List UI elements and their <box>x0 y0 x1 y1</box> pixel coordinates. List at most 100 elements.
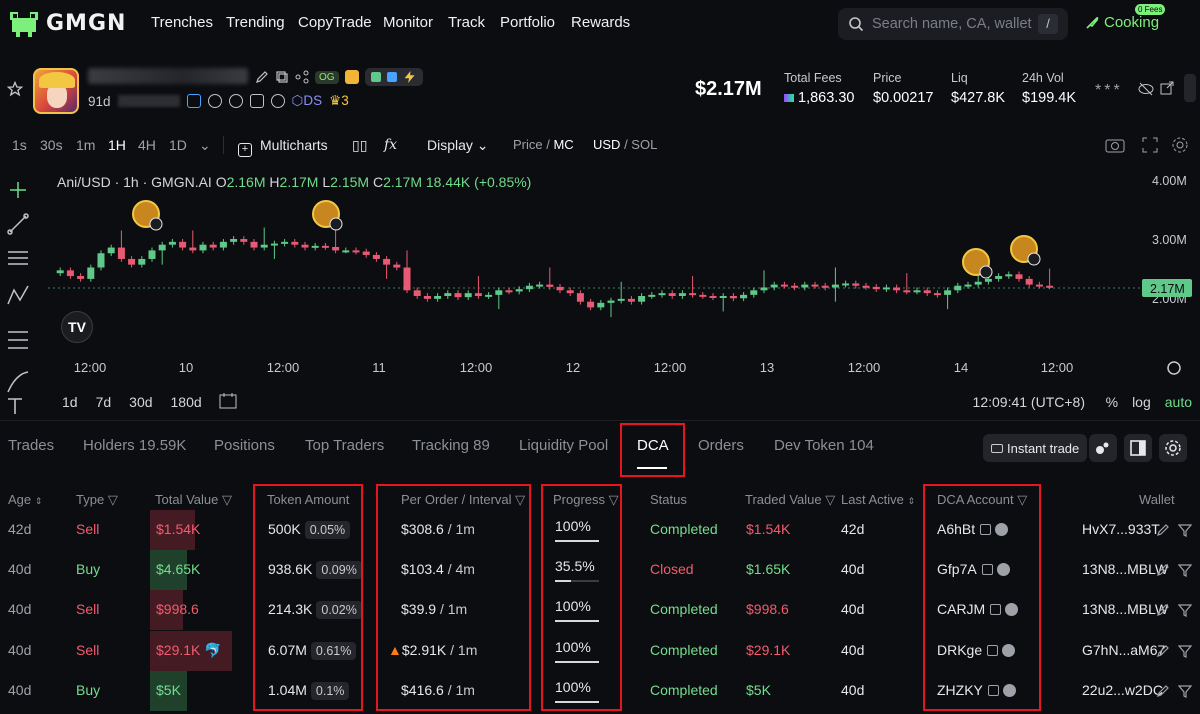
col-total-value[interactable]: Total Value ▽ <box>155 492 232 508</box>
twitter-icon[interactable] <box>228 94 243 108</box>
nav-monitor[interactable]: Monitor <box>383 14 433 31</box>
candle-body <box>66 270 74 277</box>
multicharts-button[interactable]: + Multicharts <box>238 137 328 157</box>
filter-icon[interactable] <box>1178 523 1192 537</box>
edit-icon[interactable] <box>1156 603 1170 617</box>
bubble-map-button[interactable] <box>1089 434 1117 462</box>
row-status: Closed <box>650 561 694 577</box>
edit-icon[interactable] <box>1156 644 1170 658</box>
nav-track[interactable]: Track <box>448 14 485 31</box>
tab-positions[interactable]: Positions <box>214 437 275 454</box>
row-wallet[interactable]: HvX7...933T <box>1082 521 1160 537</box>
log-scale-toggle[interactable]: log <box>1132 394 1151 410</box>
row-wallet[interactable]: 22u2...w2DC <box>1082 682 1163 698</box>
nav-portfolio[interactable]: Portfolio <box>500 14 555 31</box>
tab-holders[interactable]: Holders 19.59K <box>83 437 186 454</box>
tab-orders[interactable]: Orders <box>698 437 744 454</box>
candle-body <box>607 300 615 303</box>
nav-trending[interactable]: Trending <box>226 14 285 31</box>
col-type[interactable]: Type ▽ <box>76 492 118 508</box>
chevron-down-icon[interactable]: ⌄ <box>199 137 211 154</box>
tf-1s[interactable]: 1s <box>12 137 27 153</box>
candle-body <box>770 284 778 288</box>
candle-body <box>342 250 350 253</box>
chart-clock[interactable]: 12:09:41 (UTC+8) <box>973 394 1085 410</box>
cooking-label: Cooking <box>1104 14 1160 31</box>
col-last-active[interactable]: Last Active ⇕ <box>841 492 915 507</box>
col-traded-value[interactable]: Traded Value ▽ <box>745 492 835 508</box>
copy-icon[interactable] <box>275 70 289 84</box>
candle-body <box>393 264 401 268</box>
tf-4h[interactable]: 4H <box>138 137 156 153</box>
col-status[interactable]: Status <box>650 492 687 507</box>
range-30d[interactable]: 30d <box>129 394 152 410</box>
website-globe-icon[interactable] <box>207 94 222 108</box>
tab-tracking[interactable]: Tracking 89 <box>412 437 490 454</box>
edit-icon[interactable] <box>1156 684 1170 698</box>
comment-icon[interactable] <box>249 94 264 108</box>
search-box[interactable]: Search name, CA, wallet / <box>838 8 1068 40</box>
row-total-value: $998.6 <box>156 601 199 617</box>
candle-body <box>87 267 95 279</box>
goto-date-icon[interactable] <box>219 392 239 410</box>
candle-type-icon[interactable]: ▯▯ <box>352 137 367 154</box>
share-icon[interactable] <box>295 70 309 84</box>
tf-30s[interactable]: 30s <box>40 137 63 153</box>
range-7d[interactable]: 7d <box>96 394 112 410</box>
tab-trades[interactable]: Trades <box>8 437 54 454</box>
filter-icon[interactable] <box>1178 684 1192 698</box>
nav-rewards[interactable]: Rewards <box>571 14 630 31</box>
tab-top-traders[interactable]: Top Traders <box>305 437 384 454</box>
star-favorite-icon[interactable] <box>7 81 23 97</box>
candle-body <box>230 239 238 242</box>
edit-icon[interactable] <box>1156 563 1170 577</box>
percent-scale-toggle[interactable]: % <box>1106 394 1118 410</box>
chart-settings-gear-icon[interactable] <box>1171 136 1189 154</box>
indicators-fx-icon[interactable]: fx <box>384 137 397 153</box>
edit-icon[interactable] <box>255 70 269 84</box>
filter-icon[interactable] <box>1178 563 1192 577</box>
camera-icon[interactable] <box>1105 137 1125 153</box>
cooking-button[interactable]: Cooking <box>1084 14 1159 31</box>
add-chart-icon: + <box>238 143 252 157</box>
panel-toggle-button[interactable] <box>1184 74 1196 102</box>
range-180d[interactable]: 180d <box>171 394 202 410</box>
edit-icon[interactable] <box>1156 523 1170 537</box>
trade-marker-badge <box>149 217 163 231</box>
instant-trade-button[interactable]: Instant trade <box>983 434 1088 462</box>
col-wallet[interactable]: Wallet <box>1139 492 1175 507</box>
external-link-icon[interactable] <box>1160 81 1174 95</box>
tab-liquidity-pool[interactable]: Liquidity Pool <box>519 437 608 454</box>
holders-group-icon[interactable] <box>186 94 201 108</box>
nav-trenches[interactable]: Trenches <box>151 14 213 31</box>
dexscreener-link[interactable]: ⬡DS <box>292 93 323 109</box>
tf-1d[interactable]: 1D <box>169 137 187 153</box>
price-mc-toggle[interactable]: Price / MC <box>513 137 574 152</box>
candle-body <box>903 290 911 293</box>
token-avatar[interactable] <box>33 68 79 114</box>
filter-icon[interactable] <box>1178 603 1192 617</box>
layout-toggle-button[interactable] <box>1124 434 1152 462</box>
row-total-value: $5K <box>156 682 181 698</box>
search-twitter-icon[interactable] <box>270 94 285 108</box>
fullscreen-icon[interactable] <box>1142 137 1158 153</box>
tradingview-logo[interactable]: TV <box>61 311 93 343</box>
range-1d[interactable]: 1d <box>62 394 78 410</box>
price-chart[interactable]: 4.00M 3.00M 2.00M 2.17M 12:00 10 12:00 11 12:00 1… <box>0 162 1200 420</box>
tf-1m[interactable]: 1m <box>76 137 95 153</box>
tf-1h[interactable]: 1H <box>108 137 126 153</box>
candle-body <box>882 287 890 290</box>
row-wallet[interactable]: G7hN...aM67 <box>1082 642 1165 658</box>
eye-off-icon[interactable] <box>1138 82 1154 96</box>
solana-icon <box>784 94 794 102</box>
x-tick-label: 12:00 <box>74 360 107 375</box>
display-dropdown[interactable]: Display ⌄ <box>427 137 489 154</box>
auto-scale-toggle[interactable]: auto <box>1165 394 1192 410</box>
table-settings-button[interactable] <box>1159 434 1187 462</box>
tab-dev-token[interactable]: Dev Token 104 <box>774 437 874 454</box>
col-age[interactable]: Age ⇕ <box>8 492 42 507</box>
usd-sol-toggle[interactable]: USD / SOL <box>593 137 657 152</box>
nav-copytrade[interactable]: CopyTrade <box>298 14 372 31</box>
filter-icon[interactable] <box>1178 644 1192 658</box>
gmgn-logo[interactable]: GMGN <box>8 8 126 38</box>
